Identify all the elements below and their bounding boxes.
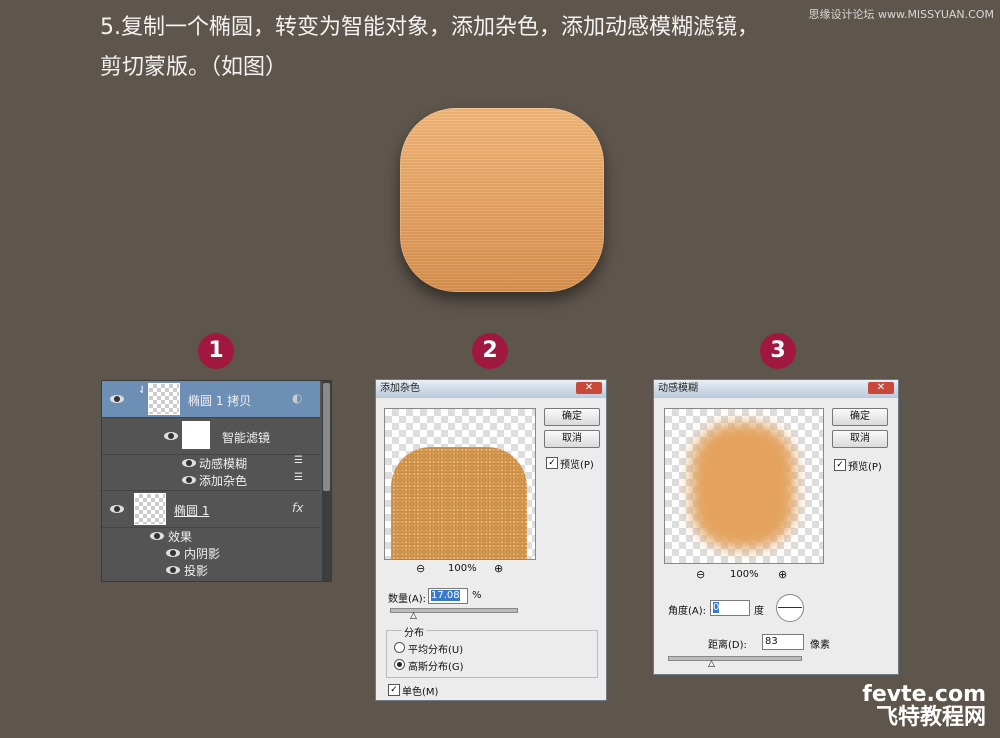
effects-row[interactable]: 效果 — [102, 528, 320, 544]
uniform-radio[interactable] — [394, 642, 405, 653]
gaussian-radio[interactable] — [394, 659, 405, 670]
eye-icon[interactable] — [166, 549, 180, 557]
filter-name: 添加杂色 — [199, 474, 248, 488]
amount-input[interactable]: 17.08 — [428, 588, 468, 604]
ok-button[interactable]: 确定 — [832, 408, 888, 426]
dialog-title: 动感模糊 — [654, 380, 898, 398]
step-badge-3: 3 — [760, 333, 796, 369]
filter-row-add-noise[interactable]: 添加杂色 ☰ — [102, 472, 320, 491]
angle-unit: 度 — [754, 606, 764, 617]
wood-icon-preview — [400, 108, 604, 292]
amount-value: 17.08 — [431, 590, 460, 601]
cancel-button[interactable]: 取消 — [544, 430, 600, 448]
effect-name: 内阴影 — [184, 547, 221, 561]
preview-label: 预览(P) — [848, 462, 882, 473]
filter-name: 动感模糊 — [199, 457, 248, 471]
motion-blur-dialog: 动感模糊 ✕ 确定 取消 ✓ 预览(P) ⊖ 100% ⊕ 角度(A): 0 度… — [653, 379, 899, 675]
title-line-2: 剪切蒙版。（如图） — [100, 55, 288, 80]
layer-thumbnail — [148, 383, 180, 415]
distance-unit: 像素 — [810, 640, 830, 651]
filter-mask-thumbnail — [182, 421, 210, 449]
gaussian-label: 高斯分布(G) — [408, 662, 464, 673]
zoom-out-icon[interactable]: ⊖ — [696, 568, 705, 581]
distance-slider[interactable] — [668, 656, 802, 661]
scrollbar-thumb[interactable] — [323, 383, 330, 491]
noise-preview-shape — [391, 447, 527, 559]
step-badge-2: 2 — [472, 333, 508, 369]
angle-dial[interactable] — [776, 594, 804, 622]
effect-row-inner-shadow[interactable]: 内阴影 — [102, 545, 320, 561]
zoom-level: 100% — [730, 569, 759, 580]
smart-filter-row[interactable]: 智能滤镜 — [102, 418, 320, 455]
fx-icon[interactable]: fx — [292, 501, 303, 515]
add-noise-dialog: 添加杂色 ✕ 确定 取消 ✓ 预览(P) ⊖ 100% ⊕ 数量(A): 17.… — [375, 379, 607, 701]
eye-icon[interactable] — [110, 395, 124, 403]
effects-label: 效果 — [168, 530, 193, 544]
cancel-button[interactable]: 取消 — [832, 430, 888, 448]
angle-input[interactable]: 0 — [710, 600, 750, 616]
close-icon[interactable]: ✕ — [576, 382, 602, 394]
layers-panel: ⇃ 椭圆 1 拷贝 ◐ 智能滤镜 动感模糊 ☰ 添加杂色 ☰ 椭圆 1 fx 效… — [101, 380, 332, 582]
eye-icon[interactable] — [182, 459, 196, 467]
preview-canvas[interactable] — [384, 408, 536, 560]
slider-handle[interactable]: △ — [708, 659, 715, 669]
preview-checkbox[interactable]: ✓ — [546, 457, 558, 469]
step-badge-1: 1 — [198, 333, 234, 369]
blur-preview-shape — [691, 423, 795, 549]
ok-button[interactable]: 确定 — [544, 408, 600, 426]
zoom-in-icon[interactable]: ⊕ — [494, 562, 503, 575]
close-icon[interactable]: ✕ — [868, 382, 894, 394]
dialog-title: 添加杂色 — [376, 380, 606, 398]
preview-checkbox[interactable]: ✓ — [834, 459, 846, 471]
preview-label: 预览(P) — [560, 460, 594, 471]
eye-icon[interactable] — [150, 532, 164, 540]
angle-label: 角度(A): — [668, 606, 707, 617]
amount-label: 数量(A): — [388, 594, 427, 605]
effect-name: 投影 — [184, 564, 209, 578]
distance-label: 距离(D): — [708, 640, 747, 651]
effect-row-drop-shadow[interactable]: 投影 — [102, 562, 320, 578]
zoom-in-icon[interactable]: ⊕ — [778, 568, 787, 581]
zoom-out-icon[interactable]: ⊖ — [416, 562, 425, 575]
blend-options-icon[interactable]: ☰ — [294, 455, 303, 466]
layers-scrollbar[interactable] — [322, 381, 331, 581]
slider-handle[interactable]: △ — [410, 611, 417, 621]
distribution-label: 分布 — [402, 624, 426, 639]
brand-name-cn: 飞特教程网 — [875, 705, 986, 730]
preview-canvas[interactable] — [664, 408, 824, 564]
smart-filter-label: 智能滤镜 — [222, 431, 271, 445]
layer-row-ellipse[interactable]: 椭圆 1 fx — [102, 491, 320, 528]
zoom-level: 100% — [448, 563, 477, 574]
eye-icon[interactable] — [164, 432, 178, 440]
footer-watermark: fevte.com 飞特教程网 — [862, 684, 986, 730]
filter-row-motion-blur[interactable]: 动感模糊 ☰ — [102, 455, 320, 471]
smart-object-icon: ◐ — [292, 391, 303, 405]
watermark-top: 思缘设计论坛 www.MISSYUAN.COM — [808, 8, 994, 21]
page-title: 5.复制一个椭圆，转变为智能对象，添加杂色，添加动感模糊滤镜， 剪切蒙版。（如图… — [100, 8, 860, 88]
eye-icon[interactable] — [110, 505, 124, 513]
distance-input[interactable]: 83 — [762, 634, 804, 650]
layer-name[interactable]: 椭圆 1 拷贝 — [188, 392, 251, 409]
eye-icon[interactable] — [182, 476, 196, 484]
eye-icon[interactable] — [166, 566, 180, 574]
percent-unit: % — [472, 590, 482, 601]
monochromatic-label: 单色(M) — [402, 687, 439, 698]
angle-value: 0 — [713, 602, 720, 613]
angle-dial-needle — [778, 607, 802, 608]
blend-options-icon[interactable]: ☰ — [294, 472, 303, 483]
layer-name[interactable]: 椭圆 1 — [174, 502, 209, 519]
layer-thumbnail — [134, 493, 166, 525]
title-line-1: 5.复制一个椭圆，转变为智能对象，添加杂色，添加动感模糊滤镜， — [100, 15, 759, 40]
monochromatic-checkbox[interactable]: ✓ — [388, 684, 400, 696]
brand-name: fevte.com — [862, 682, 986, 707]
link-icon: ⇃ — [138, 385, 147, 396]
uniform-label: 平均分布(U) — [408, 645, 464, 656]
layer-row-ellipse-copy[interactable]: ⇃ 椭圆 1 拷贝 ◐ — [102, 381, 320, 418]
